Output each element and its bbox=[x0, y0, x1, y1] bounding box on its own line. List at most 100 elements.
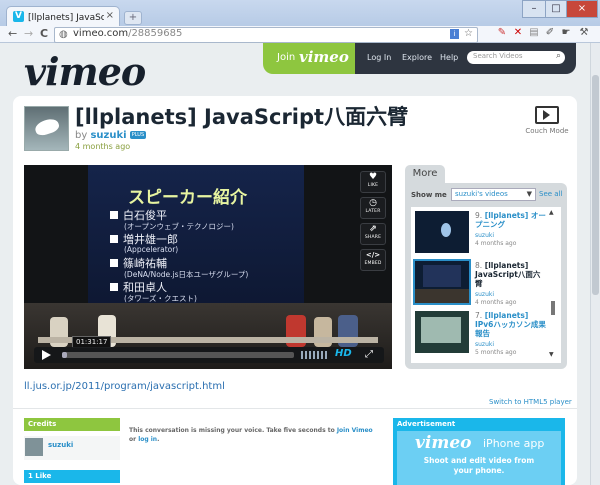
share-icon: ⇗ bbox=[369, 224, 377, 234]
item-title[interactable]: [llplanets] IPv6ハッカソン成果報告 bbox=[475, 311, 546, 338]
item-title[interactable]: [llplanets] JavaScript八面六臂 bbox=[475, 261, 540, 288]
like-button[interactable]: ♥ LIKE bbox=[360, 171, 386, 193]
url-text: vimeo.com/28859685 bbox=[73, 28, 182, 39]
join-label: Join bbox=[277, 52, 296, 63]
hd-toggle[interactable]: HD bbox=[335, 348, 352, 359]
ad-body[interactable]: vimeo iPhone app Shoot and edit video fr… bbox=[397, 431, 561, 485]
vimeo-logo[interactable]: vimeo bbox=[24, 49, 146, 94]
search-icon[interactable]: ⌕ bbox=[556, 51, 561, 61]
chevron-up-icon[interactable]: ▲ bbox=[549, 209, 554, 216]
url-path: /28859685 bbox=[128, 28, 183, 39]
close-window-button[interactable]: × bbox=[566, 0, 598, 18]
web-page: vimeo Join vimeo Log In Explore Help Sea… bbox=[0, 43, 590, 485]
plus-badge: PLUS bbox=[129, 131, 147, 139]
video-list: 9. [llplanets] オープニング suzuki 4 months ag… bbox=[411, 207, 561, 363]
more-panel: More Show me suzuki's videos ▼ See all 9.… bbox=[405, 165, 567, 369]
item-user[interactable]: suzuki bbox=[475, 232, 494, 239]
join-brand: vimeo bbox=[299, 48, 349, 66]
slide-sub: (Appcelerator) bbox=[124, 245, 179, 254]
search-input[interactable]: Search Videos ⌕ bbox=[467, 51, 565, 64]
play-icon[interactable] bbox=[42, 350, 51, 360]
description-link[interactable]: ll.jus.or.jp/2011/program/javascript.htm… bbox=[24, 381, 225, 392]
comment-prompt: This conversation is missing your voice.… bbox=[129, 427, 373, 443]
embed-button[interactable]: </> EMBED bbox=[360, 249, 386, 271]
list-item[interactable]: 8. [llplanets] JavaScript八面六臂 suzuki 4 m… bbox=[413, 259, 545, 309]
couch-mode-button[interactable]: Couch Mode bbox=[525, 106, 569, 135]
chevron-down-icon[interactable]: ▼ bbox=[549, 351, 554, 358]
credits-header: Credits bbox=[24, 418, 120, 431]
video-thumbnail[interactable] bbox=[415, 211, 469, 253]
tab-more[interactable]: More bbox=[405, 165, 445, 183]
bookmark-star-icon[interactable]: ☆ bbox=[464, 28, 473, 39]
player-controls: HD ⤢ bbox=[34, 347, 384, 363]
nav-help[interactable]: Help bbox=[440, 53, 458, 62]
credit-user[interactable]: suzuki bbox=[48, 441, 73, 449]
extension-icon[interactable]: ✎ bbox=[496, 27, 508, 39]
show-me-select[interactable]: suzuki's videos ▼ bbox=[451, 188, 536, 201]
page-scrollbar[interactable] bbox=[590, 43, 600, 485]
forward-button[interactable]: → bbox=[24, 27, 33, 40]
new-tab-button[interactable]: + bbox=[124, 11, 142, 25]
avatar[interactable] bbox=[24, 106, 69, 151]
join-vimeo-button[interactable]: Join vimeo bbox=[263, 43, 355, 74]
later-button[interactable]: ◷ LATER bbox=[360, 197, 386, 219]
ad-header: Advertisement bbox=[397, 420, 456, 428]
list-item[interactable]: 7. [llplanets] IPv6ハッカソン成果報告 suzuki 5 mo… bbox=[415, 311, 546, 359]
ad-text: Shoot and edit video from your phone. bbox=[423, 456, 535, 475]
list-scroll-thumb[interactable] bbox=[551, 301, 555, 315]
browser-window: V [llplanets] JavaScript八面 × + – □ × ← →… bbox=[0, 0, 600, 485]
tab-close-icon[interactable]: × bbox=[106, 10, 114, 21]
share-button[interactable]: ⇗ SHARE bbox=[360, 223, 386, 245]
switch-html5-link[interactable]: Switch to HTML5 player bbox=[489, 398, 572, 406]
page-title: [llplanets] JavaScript八面六臂 bbox=[75, 105, 409, 129]
item-user[interactable]: suzuki bbox=[475, 341, 494, 348]
log-in-link[interactable]: log in bbox=[138, 436, 157, 443]
address-bar[interactable]: ◍ vimeo.com/28859685 ☆ i bbox=[54, 27, 478, 43]
seek-bar[interactable] bbox=[62, 352, 294, 358]
advertisement[interactable]: Advertisement vimeo iPhone app Shoot and… bbox=[393, 418, 565, 485]
tab-title: [llplanets] JavaScript八面 bbox=[28, 13, 104, 23]
url-domain: vimeo.com bbox=[73, 28, 129, 39]
fullscreen-icon[interactable]: ⤢ bbox=[365, 349, 373, 360]
select-value: suzuki's videos bbox=[455, 190, 508, 198]
search-placeholder: Search Videos bbox=[473, 52, 523, 60]
title-bar: V [llplanets] JavaScript八面 × + – □ × bbox=[0, 0, 600, 27]
avatar[interactable] bbox=[25, 438, 43, 456]
bird-icon bbox=[33, 116, 61, 138]
tv-icon bbox=[535, 106, 559, 124]
user-link[interactable]: suzuki bbox=[90, 130, 126, 141]
browser-tab[interactable]: V [llplanets] JavaScript八面 × bbox=[6, 6, 120, 27]
item-user[interactable]: suzuki bbox=[475, 291, 494, 298]
page-icon[interactable]: ▤ bbox=[528, 27, 540, 39]
reload-button[interactable]: C bbox=[40, 27, 48, 40]
item-title[interactable]: [llplanets] オープニング bbox=[475, 211, 546, 229]
back-button[interactable]: ← bbox=[8, 27, 17, 40]
slide-screen: スピーカー紹介 白石俊平 (オープンウェブ・テクノロジー) 増井雄一郎 (App… bbox=[88, 165, 304, 303]
stop-icon[interactable]: ✕ bbox=[512, 27, 524, 39]
video-thumbnail[interactable] bbox=[413, 259, 471, 305]
top-nav: Log In Explore Help Search Videos ⌕ bbox=[355, 43, 576, 74]
list-item[interactable]: 9. [llplanets] オープニング suzuki 4 months ag… bbox=[415, 211, 546, 259]
pen-icon[interactable]: ✐ bbox=[544, 27, 556, 39]
clock-icon: ◷ bbox=[369, 198, 377, 208]
maximize-button[interactable]: □ bbox=[545, 0, 567, 18]
list-scrollbar[interactable]: ▲ ▼ bbox=[549, 209, 557, 359]
ad-app-label: iPhone app bbox=[483, 437, 545, 450]
video-card: [llplanets] JavaScript八面六臂 by suzuki PLU… bbox=[13, 96, 577, 485]
credit-row[interactable]: suzuki bbox=[24, 436, 120, 460]
tools-icon[interactable]: ☛ bbox=[560, 27, 572, 39]
info-icon[interactable]: i bbox=[450, 29, 459, 39]
show-me-label: Show me bbox=[411, 191, 447, 199]
minimize-button[interactable]: – bbox=[522, 0, 546, 18]
nav-log-in[interactable]: Log In bbox=[367, 53, 391, 62]
join-vimeo-link[interactable]: Join Vimeo bbox=[337, 427, 373, 434]
nav-explore[interactable]: Explore bbox=[402, 53, 432, 62]
volume-slider[interactable] bbox=[301, 351, 329, 359]
video-thumbnail[interactable] bbox=[415, 311, 469, 353]
globe-icon: ◍ bbox=[59, 29, 68, 40]
item-age: 4 months ago bbox=[475, 299, 517, 306]
video-player[interactable]: スピーカー紹介 白石俊平 (オープンウェブ・テクノロジー) 増井雄一郎 (App… bbox=[24, 165, 392, 369]
see-all-link[interactable]: See all bbox=[539, 190, 562, 198]
page-scroll-thumb[interactable] bbox=[592, 75, 599, 295]
wrench-icon[interactable]: ⚒ bbox=[578, 27, 590, 39]
